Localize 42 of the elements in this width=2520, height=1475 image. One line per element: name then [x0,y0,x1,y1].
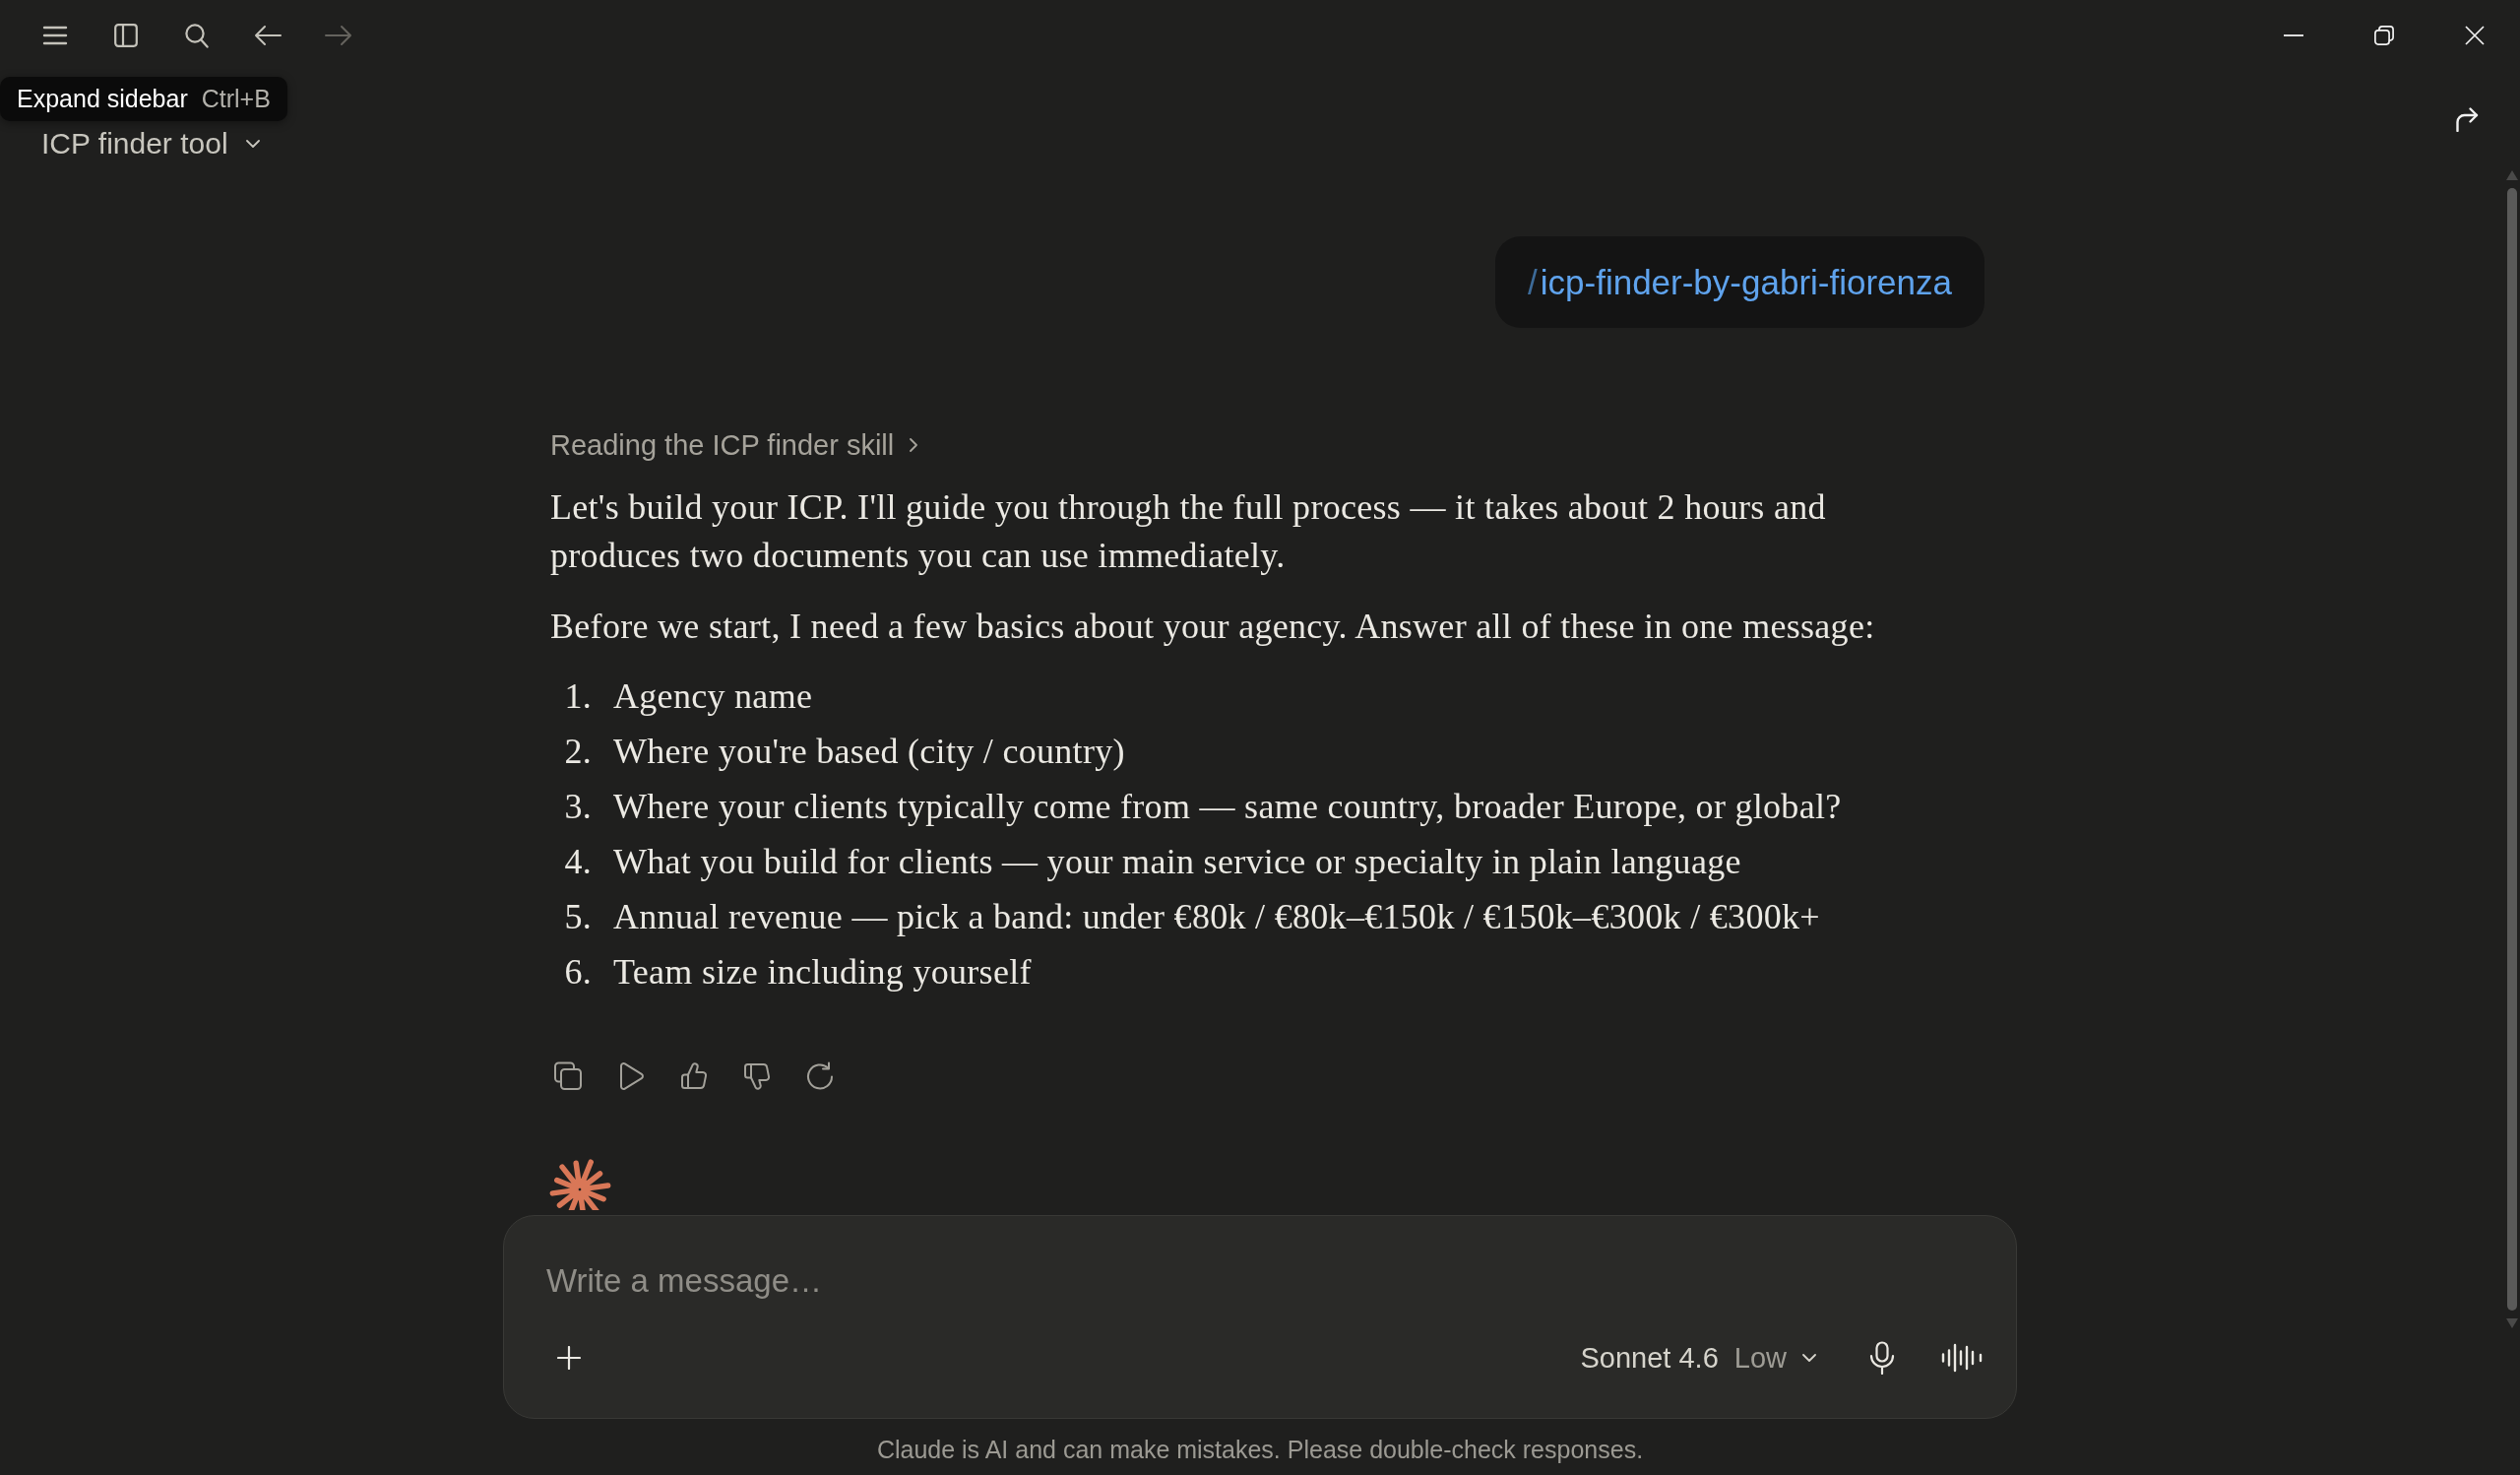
voice-waveform-icon[interactable] [1941,1343,1983,1373]
list-number: 3. [563,786,592,828]
list-item-text: Team size including yourself [613,951,1032,994]
back-arrow-icon[interactable] [254,25,282,46]
message-composer[interactable]: Write a message… Sonnet 4.6 Low [503,1215,2017,1419]
retry-icon[interactable] [805,1061,835,1091]
list-number: 5. [563,896,592,938]
model-selector[interactable]: Sonnet 4.6 Low [1580,1338,1816,1378]
tooltip-label: Expand sidebar [17,83,188,114]
list-item-text: Agency name [613,675,813,718]
reply-paragraph: Let's build your ICP. I'll guide you through the full process — it takes about 2 hours and produces two documents you can use immediately. [550,486,1827,577]
conversation-title[interactable]: ICP finder tool [41,124,260,163]
list-item-text: What you build for clients — your main service or specialty in plain language [613,841,1741,883]
close-icon[interactable] [2465,26,2485,45]
menu-icon[interactable] [42,26,68,45]
disclaimer-text: Claude is AI and can make mistakes. Please double-check responses. [876,1436,1644,1463]
list-item-text: Where you're based (city / country) [613,731,1125,773]
scrollbar-thumb[interactable] [2507,188,2517,1311]
list-number: 6. [563,951,592,994]
search-icon[interactable] [185,23,209,48]
list-number: 4. [563,841,592,883]
reply-paragraph: Before we start, I need a few basics about your agency. Answer all of these in one message: [550,606,1876,648]
share-arrow-icon[interactable] [2455,104,2479,132]
thumbs-up-icon[interactable] [680,1061,708,1091]
sidebar-toggle-icon[interactable] [114,24,138,47]
chevron-right-icon [910,438,918,452]
thumbs-down-icon[interactable] [743,1061,771,1091]
microphone-icon[interactable] [1869,1341,1895,1375]
message-input[interactable]: Write a message… [546,1253,1983,1309]
plus-icon[interactable] [557,1346,581,1370]
restore-icon[interactable] [2374,26,2394,45]
shortcut-hint: Ctrl+B [201,83,271,114]
spark-logo-icon [548,1159,611,1210]
list-number: 1. [563,675,592,718]
list-item-text: Annual revenue — pick a band: under €80k / €80k–€150k / €150k–€300k / €300k+ [613,896,1820,938]
activity-toggle[interactable]: Reading the ICP finder skill [550,427,918,463]
copy-icon[interactable] [553,1061,583,1091]
user-message: /icp-finder-by-gabri-fiorenza [1495,236,1984,328]
chevron-down-icon [1802,1354,1816,1362]
chevron-down-icon [245,140,260,148]
list-number: 2. [563,731,592,773]
list-item-text: Where your clients typically come from — same country, broader Europe, or global? [613,786,1842,828]
